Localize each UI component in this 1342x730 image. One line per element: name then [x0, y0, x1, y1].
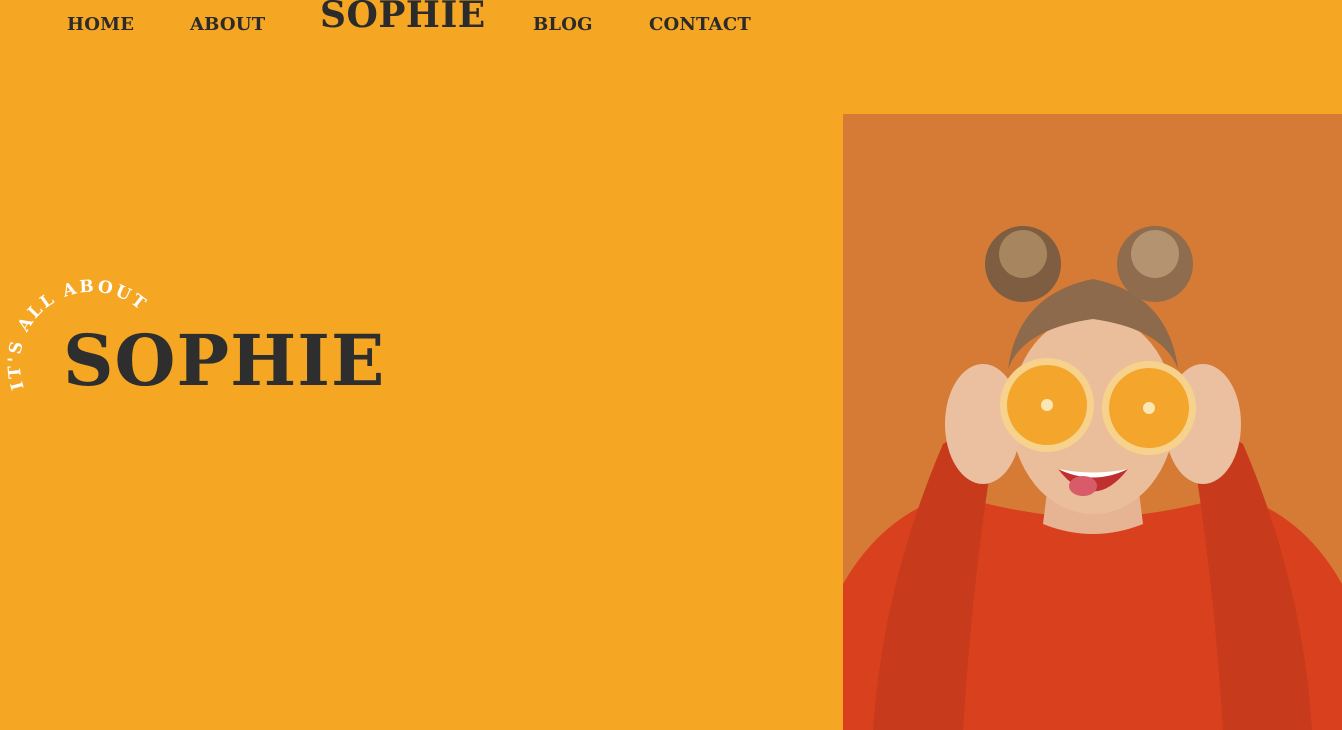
- site-logo[interactable]: SOPHIE: [320, 0, 486, 36]
- top-navigation: HOME ABOUT SOPHIE BLOG CONTACT: [0, 0, 800, 56]
- nav-blog-link[interactable]: BLOG: [533, 14, 593, 35]
- hero-photo: [843, 114, 1342, 730]
- nav-contact-link[interactable]: CONTACT: [649, 14, 751, 35]
- hero-section: IT'S ALL ABOUT SOPHIE: [0, 270, 420, 430]
- hero-title: SOPHIE: [63, 319, 386, 402]
- nav-about-link[interactable]: ABOUT: [190, 14, 265, 35]
- page: HOME ABOUT SOPHIE BLOG CONTACT IT'S ALL …: [0, 0, 1342, 730]
- portrait-photo-icon: [843, 114, 1342, 730]
- nav-home-link[interactable]: HOME: [67, 14, 134, 35]
